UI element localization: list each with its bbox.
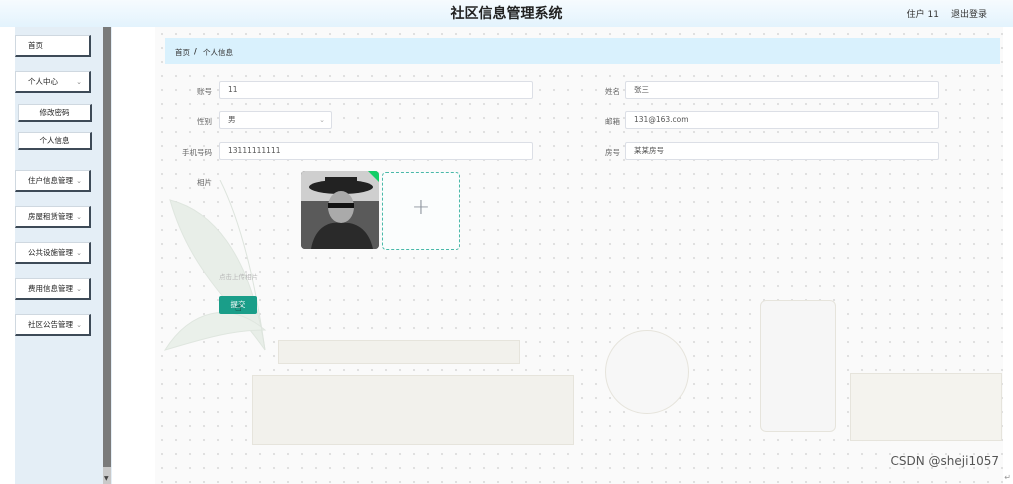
hand-cursor-icon: ☝ [235, 301, 242, 314]
submenu-item-change-password[interactable]: 修改密码 [18, 104, 92, 122]
name-value: 张三 [634, 85, 649, 94]
breadcrumb-current: 个人信息 [203, 48, 233, 57]
gender-label: 性别 [197, 117, 212, 126]
phone-field[interactable]: 13111111111 [219, 142, 533, 160]
chevron-down-icon: ⌄ [76, 249, 82, 257]
uploaded-photo[interactable] [301, 171, 379, 249]
top-bar: 社区信息管理系统 住户 11 退出登录 [0, 0, 1013, 27]
room-field[interactable]: 某某房号 [625, 142, 939, 160]
name-label: 姓名 [605, 87, 620, 96]
logout-link[interactable]: 退出登录 [951, 7, 987, 20]
name-field[interactable]: 张三 [625, 81, 939, 99]
email-field[interactable]: 131@163.com [625, 111, 939, 129]
chevron-down-icon: ⌄ [76, 321, 82, 329]
breadcrumb: 首页 / 个人信息 [165, 38, 1000, 64]
submenu-item-personal-info[interactable]: 个人信息 [18, 132, 92, 150]
gender-select[interactable]: 男 ⌄ [219, 111, 332, 129]
watermark: CSDN @sheji1057 [890, 454, 999, 468]
sidebar-item-label: 首页 [28, 41, 43, 50]
sidebar-item-personal-center[interactable]: 个人中心 ⌄ [15, 71, 91, 93]
sidebar-item-label: 社区公告管理 [28, 320, 73, 329]
submenu-item-label: 个人信息 [39, 136, 70, 145]
gender-value: 男 [228, 115, 236, 124]
photo-label: 相片 [197, 178, 212, 187]
return-mark-icon: ↵ [1004, 473, 1011, 482]
decor-block [850, 373, 1002, 441]
account-label: 账号 [197, 87, 212, 96]
sidebar-item-home[interactable]: 首页 [15, 35, 91, 57]
upload-button[interactable]: + [382, 172, 460, 250]
room-value: 某某房号 [634, 146, 664, 155]
decor-cylinder [760, 300, 836, 432]
submenu-item-label: 修改密码 [39, 108, 70, 117]
breadcrumb-home[interactable]: 首页 [175, 47, 190, 58]
sidebar-item-resident-management[interactable]: 住户信息管理 ⌄ [15, 170, 91, 192]
app-title: 社区信息管理系统 [450, 6, 563, 22]
email-label: 邮箱 [605, 117, 620, 126]
sidebar-item-label: 费用信息管理 [28, 284, 73, 293]
sidebar-scrollbar[interactable]: ▼ [103, 27, 111, 484]
chevron-down-icon: ⌄ [76, 285, 82, 293]
sidebar-item-label: 住户信息管理 [28, 176, 73, 185]
scroll-down-icon[interactable]: ▼ [104, 475, 109, 482]
sidebar-item-label: 个人中心 [28, 77, 58, 86]
decor-ring [605, 330, 689, 414]
user-name: 住户 11 [906, 10, 939, 20]
breadcrumb-separator: / [194, 47, 197, 56]
phone-label: 手机号码 [182, 148, 212, 157]
account-field[interactable]: 11 [219, 81, 533, 99]
account-value: 11 [228, 85, 238, 94]
sidebar-item-fee-management[interactable]: 费用信息管理 ⌄ [15, 278, 91, 300]
chevron-down-icon: ⌄ [76, 213, 82, 221]
chevron-down-icon: ⌄ [319, 116, 325, 124]
email-value: 131@163.com [634, 115, 689, 124]
check-icon [367, 171, 379, 183]
plant-illustration [163, 180, 267, 351]
chevron-down-icon: ⌄ [76, 177, 82, 185]
sidebar-item-announcement-management[interactable]: 社区公告管理 ⌄ [15, 314, 91, 336]
sidebar-item-label: 公共设施管理 [28, 248, 73, 257]
upload-hint: 点击上传相片 [219, 273, 258, 281]
plus-icon: + [411, 195, 431, 220]
sidebar-edge [7, 27, 15, 484]
sidebar-item-label: 房屋租赁管理 [28, 212, 73, 221]
scrollbar-thumb[interactable] [103, 27, 111, 467]
decor-block [278, 340, 520, 364]
room-label: 房号 [605, 148, 620, 157]
decor-block [252, 375, 574, 445]
sidebar-item-facility-management[interactable]: 公共设施管理 ⌄ [15, 242, 91, 264]
sidebar-item-rental-management[interactable]: 房屋租赁管理 ⌄ [15, 206, 91, 228]
phone-value: 13111111111 [228, 146, 281, 155]
chevron-down-icon: ⌄ [76, 78, 82, 86]
